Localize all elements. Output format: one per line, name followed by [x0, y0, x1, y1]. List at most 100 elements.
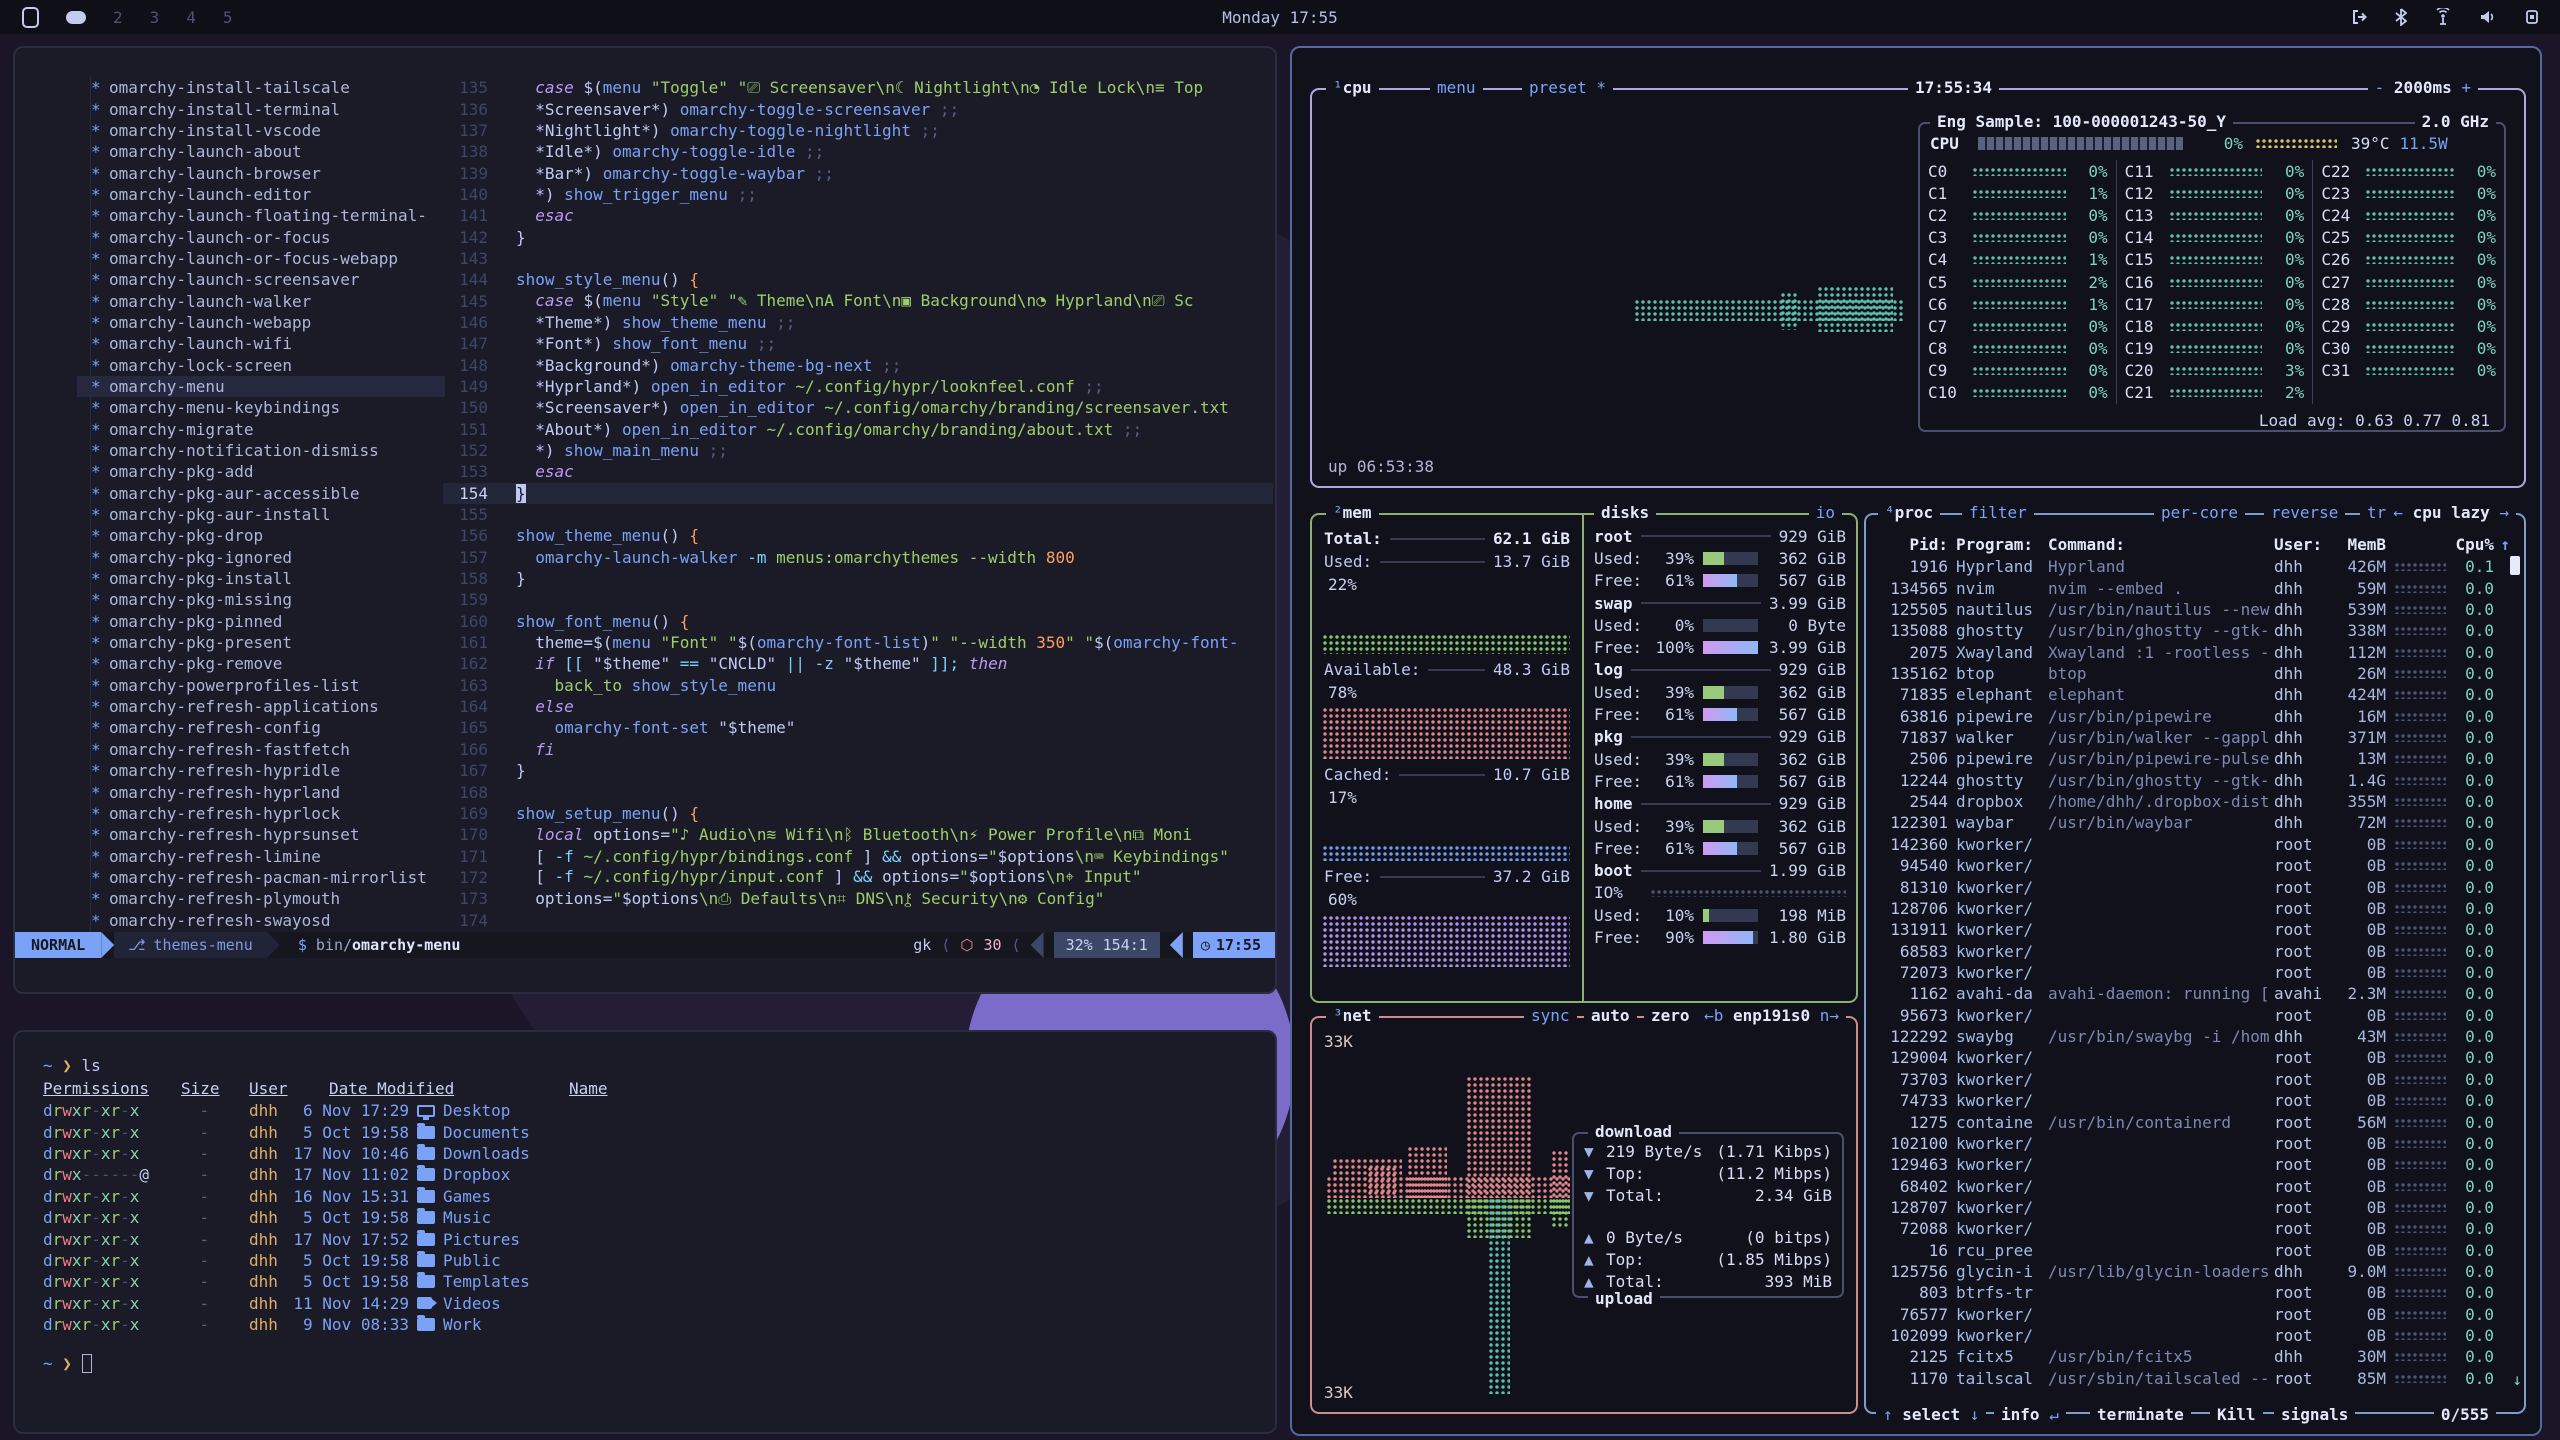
file-item[interactable]: *omarchy-refresh-fastfetch: [77, 739, 445, 760]
kill-button[interactable]: Kill: [2210, 1405, 2263, 1424]
file-item[interactable]: *omarchy-pkg-present: [77, 632, 445, 653]
file-item[interactable]: *omarchy-pkg-missing: [77, 589, 445, 610]
process-row[interactable]: 2125fcitx5/usr/bin/fcitx5dhh30M0.0: [1876, 1346, 2510, 1367]
workspace-button[interactable]: 3: [150, 8, 160, 27]
sort-next-button[interactable]: →: [2499, 503, 2509, 522]
next-interface-button[interactable]: n→: [1820, 1006, 1839, 1025]
cpu-header[interactable]: Cpu%: [2454, 535, 2494, 554]
interval-plus-button[interactable]: +: [2461, 78, 2471, 97]
prev-interface-button[interactable]: ←b: [1704, 1006, 1723, 1025]
proc-box-title[interactable]: ⁴proc: [1878, 503, 1940, 522]
select-controls[interactable]: ↑ select ↓: [1876, 1405, 1986, 1424]
interval-minus-button[interactable]: -: [2375, 78, 2385, 97]
process-row[interactable]: 125505nautilus/usr/bin/nautilus --newdhh…: [1876, 599, 2510, 620]
workspace-button[interactable]: 5: [223, 8, 233, 27]
process-row[interactable]: 129004kworker/root0B0.0: [1876, 1047, 2510, 1068]
command-header[interactable]: Command:: [2048, 535, 2274, 554]
program-header[interactable]: Program:: [1956, 535, 2048, 554]
process-row[interactable]: 1275containe/usr/bin/containerdroot56M0.…: [1876, 1111, 2510, 1132]
file-item[interactable]: *omarchy-launch-floating-terminal-: [77, 205, 445, 226]
process-row[interactable]: 803btrfs-trroot0B0.0: [1876, 1282, 2510, 1303]
process-row[interactable]: 73703kworker/root0B0.0: [1876, 1069, 2510, 1090]
menu-button[interactable]: menu: [1430, 78, 1483, 97]
process-row[interactable]: 2075XwaylandXwayland :1 -rootless -dhh11…: [1876, 641, 2510, 662]
process-row[interactable]: 2544dropbox/home/dhh/.dropbox-distdhh355…: [1876, 791, 2510, 812]
file-item[interactable]: *omarchy-install-terminal: [77, 98, 445, 119]
process-row[interactable]: 63816pipewire/usr/bin/pipewiredhh16M0.0: [1876, 706, 2510, 727]
process-row[interactable]: 129463kworker/root0B0.0: [1876, 1154, 2510, 1175]
per-core-button[interactable]: per-core: [2154, 503, 2245, 522]
file-item[interactable]: *omarchy-pkg-pinned: [77, 611, 445, 632]
file-item[interactable]: *omarchy-powerprofiles-list: [77, 675, 445, 696]
file-item[interactable]: *omarchy-pkg-drop: [77, 525, 445, 546]
file-item[interactable]: *omarchy-notification-dismiss: [77, 440, 445, 461]
net-box-title[interactable]: ³net: [1326, 1006, 1379, 1025]
process-row[interactable]: 102100kworker/root0B0.0: [1876, 1133, 2510, 1154]
logout-icon[interactable]: [2350, 8, 2368, 26]
file-item[interactable]: *omarchy-pkg-aur-install: [77, 504, 445, 525]
process-row[interactable]: 81310kworker/root0B0.0: [1876, 876, 2510, 897]
file-item[interactable]: *omarchy-refresh-hyprlock: [77, 803, 445, 824]
signals-button[interactable]: signals: [2274, 1405, 2355, 1424]
process-row[interactable]: 95673kworker/root0B0.0: [1876, 1005, 2510, 1026]
file-item[interactable]: *omarchy-launch-about: [77, 141, 445, 162]
mem-header[interactable]: MemB: [2334, 535, 2386, 554]
file-item[interactable]: *omarchy-menu-keybindings: [77, 397, 445, 418]
proc-scrollbar[interactable]: [2510, 556, 2520, 575]
file-item[interactable]: *omarchy-launch-webapp: [77, 312, 445, 333]
process-row[interactable]: 68583kworker/root0B0.0: [1876, 940, 2510, 961]
bluetooth-icon[interactable]: [2395, 8, 2407, 26]
process-row[interactable]: 94540kworker/root0B0.0: [1876, 855, 2510, 876]
process-row[interactable]: 71835elephantelephantdhh424M0.0: [1876, 684, 2510, 705]
file-item[interactable]: *omarchy-refresh-config: [77, 717, 445, 738]
code-pane[interactable]: 135 case $(menu "Toggle" "⎚ Screensaver\…: [443, 77, 1273, 931]
process-row[interactable]: 125756glycin-i/usr/lib/glycin-loadersdhh…: [1876, 1261, 2510, 1282]
file-item[interactable]: *omarchy-refresh-swayosd: [77, 909, 445, 930]
file-item[interactable]: *omarchy-refresh-plymouth: [77, 888, 445, 909]
sort-direction-icon[interactable]: ↑: [2494, 535, 2510, 554]
sort-selector[interactable]: ← cpu lazy →: [2386, 503, 2516, 522]
process-row[interactable]: 72073kworker/root0B0.0: [1876, 962, 2510, 983]
workspace-active[interactable]: [66, 11, 86, 24]
file-item[interactable]: *omarchy-lock-screen: [77, 354, 445, 375]
info-button[interactable]: info ↵: [1994, 1405, 2066, 1424]
file-item[interactable]: *omarchy-migrate: [77, 419, 445, 440]
file-item[interactable]: *omarchy-refresh-hyprsunset: [77, 824, 445, 845]
process-row[interactable]: 1170tailscal/usr/sbin/tailscaled --root8…: [1876, 1368, 2510, 1389]
file-item[interactable]: *omarchy-launch-wifi: [77, 333, 445, 354]
process-row[interactable]: 135088ghostty/usr/bin/ghostty --gtk-dhh3…: [1876, 620, 2510, 641]
file-item[interactable]: *omarchy-pkg-aur-accessible: [77, 483, 445, 504]
file-item[interactable]: *omarchy-refresh-applications: [77, 696, 445, 717]
preset-button[interactable]: preset *: [1522, 78, 1613, 97]
network-icon[interactable]: [2434, 8, 2452, 26]
process-row[interactable]: 72088kworker/root0B0.0: [1876, 1218, 2510, 1239]
auto-button[interactable]: auto: [1584, 1006, 1637, 1025]
net-interface[interactable]: ←b enp191s0 n→: [1697, 1006, 1846, 1025]
file-item[interactable]: *omarchy-launch-browser: [77, 162, 445, 183]
sort-prev-button[interactable]: ←: [2393, 503, 2403, 522]
file-item[interactable]: *omarchy-install-tailscale: [77, 77, 445, 98]
file-item[interactable]: *omarchy-refresh-hyprland: [77, 781, 445, 802]
zero-button[interactable]: zero: [1644, 1006, 1697, 1025]
file-item[interactable]: *omarchy-refresh-limine: [77, 845, 445, 866]
process-row[interactable]: 142360kworker/root0B0.0: [1876, 834, 2510, 855]
volume-icon[interactable]: [2479, 8, 2497, 26]
process-row[interactable]: 16rcu_preeroot0B0.0: [1876, 1240, 2510, 1261]
process-row[interactable]: 1162avahi-daavahi-daemon: running [avahi…: [1876, 983, 2510, 1004]
pid-header[interactable]: Pid:: [1876, 535, 1948, 554]
process-row[interactable]: 71837walker/usr/bin/walker --gappldhh371…: [1876, 727, 2510, 748]
process-row[interactable]: 122301waybar/usr/bin/waybardhh72M0.0: [1876, 812, 2510, 833]
omarchy-logo-icon[interactable]: [22, 7, 39, 28]
process-row[interactable]: 131911kworker/root0B0.0: [1876, 919, 2510, 940]
workspace-button[interactable]: 4: [186, 8, 196, 27]
file-item[interactable]: *omarchy-pkg-ignored: [77, 547, 445, 568]
cpu-box-title[interactable]: ¹cpu: [1326, 78, 1379, 97]
terminate-button[interactable]: terminate: [2090, 1405, 2191, 1424]
file-item[interactable]: *omarchy-pkg-install: [77, 568, 445, 589]
process-row[interactable]: 76577kworker/root0B0.0: [1876, 1304, 2510, 1325]
process-row[interactable]: 128706kworker/root0B0.0: [1876, 898, 2510, 919]
process-row[interactable]: 1916HyprlandHyprlanddhh426M0.1: [1876, 556, 2510, 577]
user-header[interactable]: User:: [2274, 535, 2334, 554]
file-item[interactable]: *omarchy-launch-or-focus-webapp: [77, 248, 445, 269]
process-row[interactable]: 102099kworker/root0B0.0: [1876, 1325, 2510, 1346]
